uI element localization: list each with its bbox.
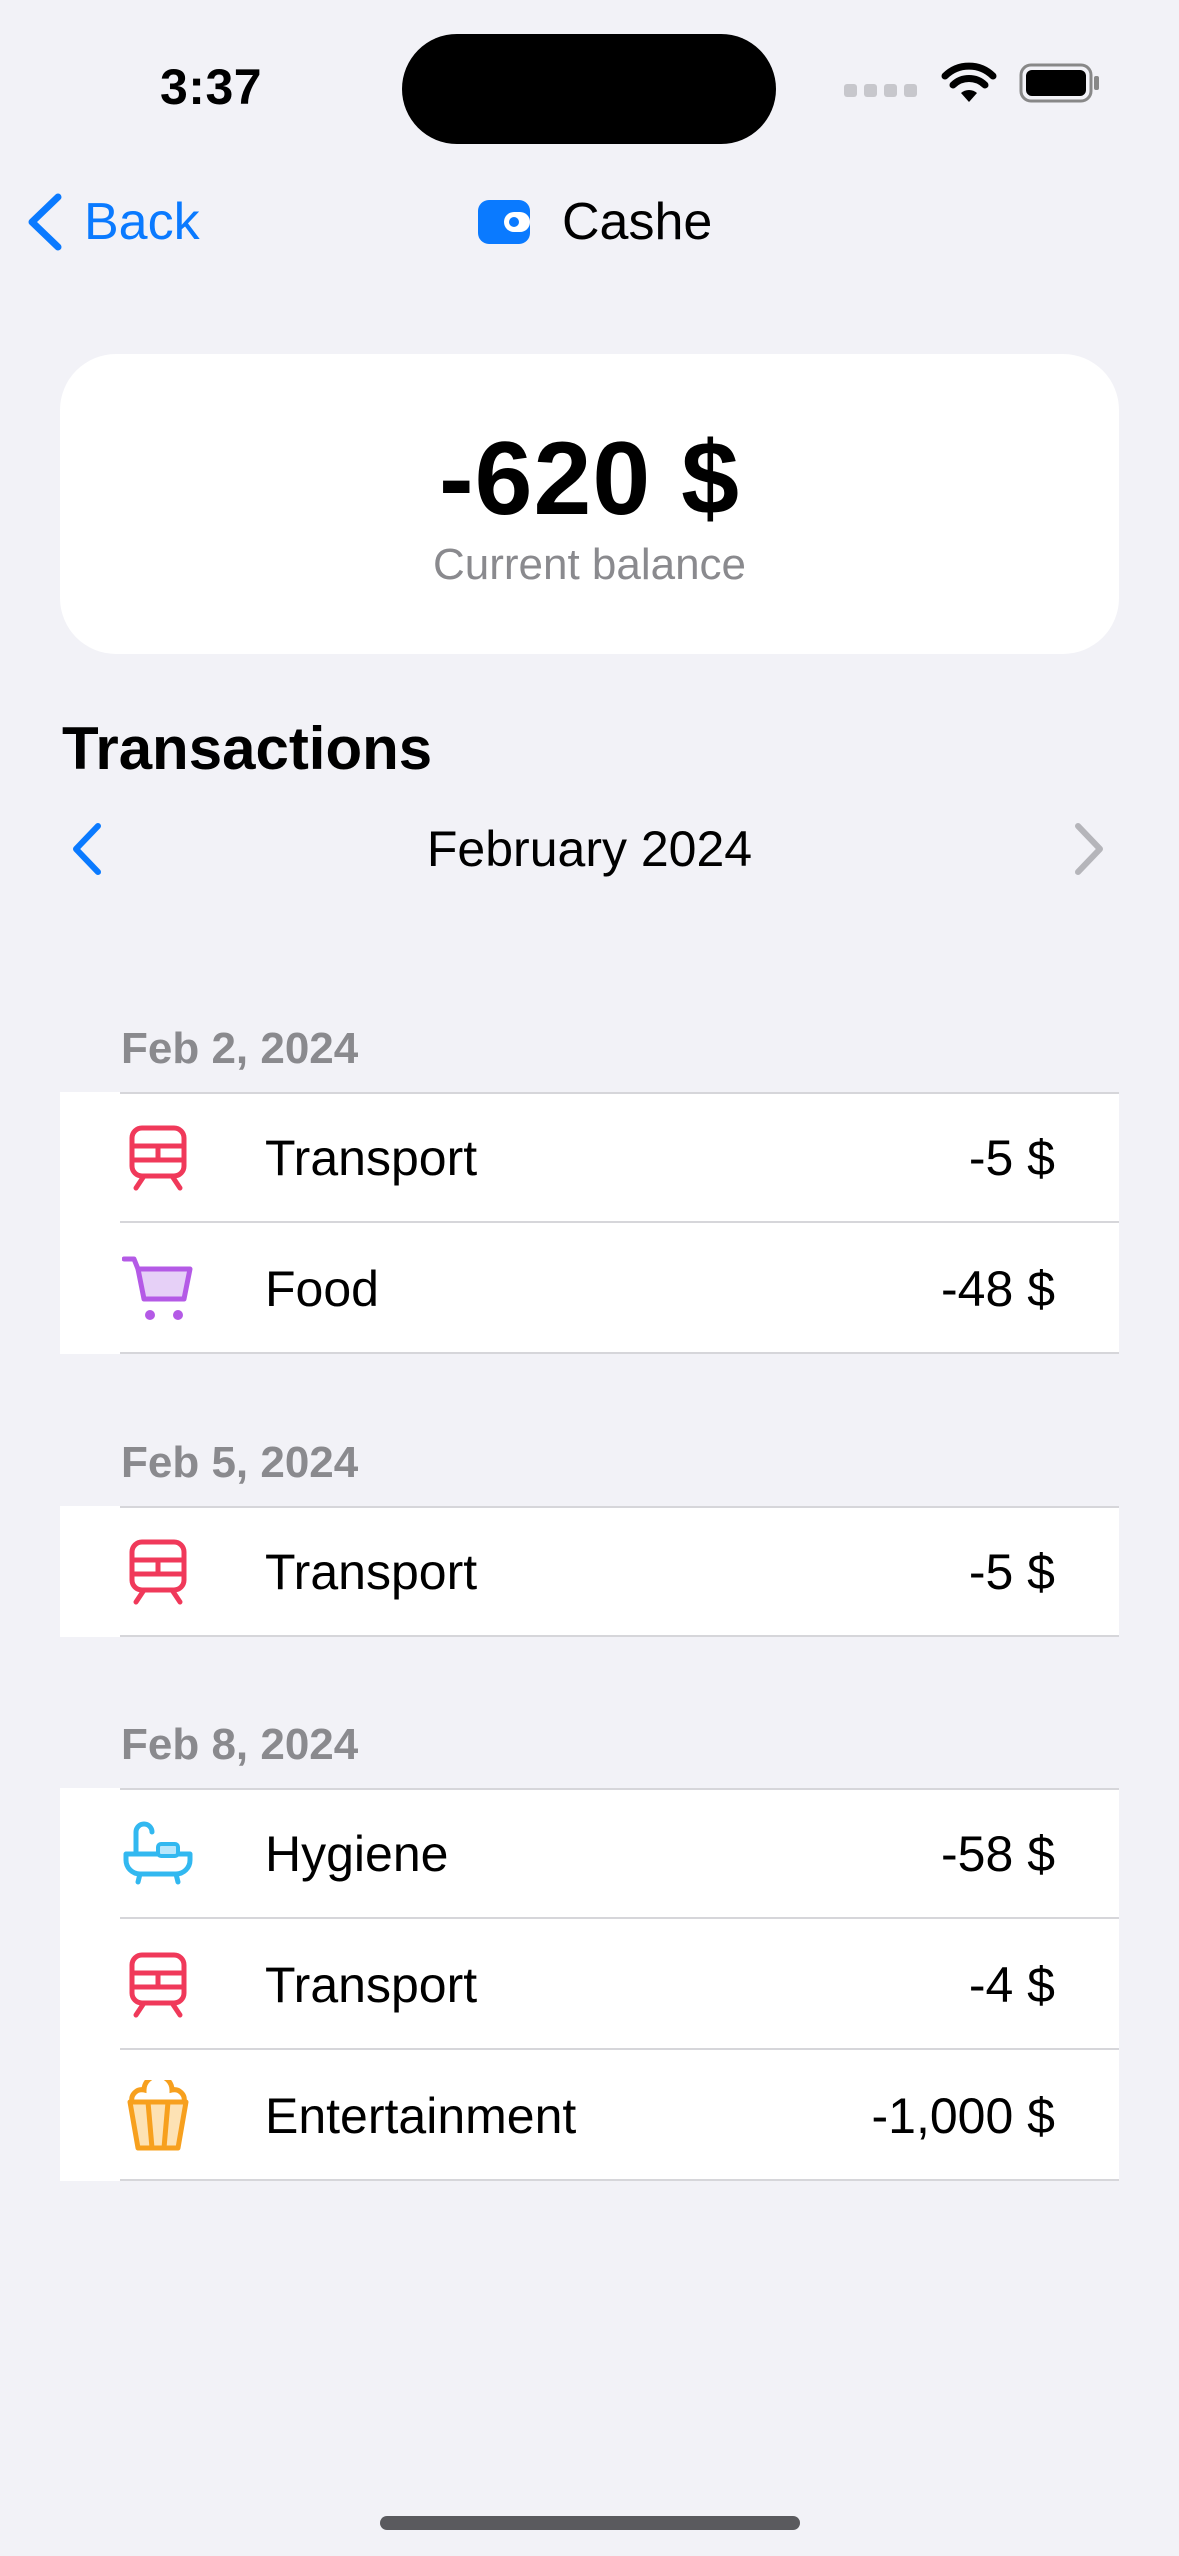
- dynamic-island: [402, 34, 776, 144]
- next-month-button[interactable]: [1072, 822, 1106, 881]
- balance-amount: -620 $: [439, 421, 740, 537]
- transaction-row[interactable]: Entertainment -1,000 $: [60, 2050, 1119, 2181]
- transactions-title: Transactions: [62, 715, 433, 782]
- transaction-category: Entertainment: [265, 2087, 577, 2144]
- transaction-row[interactable]: Hygiene -58 $: [60, 1788, 1119, 1919]
- train-icon: [129, 1125, 187, 1191]
- transaction-row[interactable]: Transport -5 $: [60, 1506, 1119, 1637]
- battery-icon: [1019, 63, 1099, 103]
- transaction-category: Transport: [265, 1129, 478, 1186]
- transaction-row[interactable]: Transport -5 $: [60, 1092, 1119, 1223]
- group-date: Feb 8, 2024: [121, 1720, 359, 1769]
- transaction-row[interactable]: Food -48 $: [60, 1223, 1119, 1354]
- month-label: February 2024: [426, 821, 753, 877]
- popcorn-icon: [127, 2080, 189, 2151]
- chevron-right-icon: [1075, 823, 1103, 875]
- balance-card: -620 $ Current balance: [60, 354, 1119, 654]
- transaction-amount: -58 $: [941, 1825, 1055, 1882]
- transaction-amount: -4 $: [968, 1956, 1055, 2013]
- nav-title: Cashe: [478, 192, 712, 252]
- home-indicator[interactable]: [380, 2516, 800, 2530]
- transaction-group: Transport -5 $: [60, 1506, 1119, 1637]
- transaction-category: Transport: [265, 1543, 478, 1600]
- transaction-category: Food: [265, 1260, 379, 1317]
- group-date: Feb 2, 2024: [121, 1024, 359, 1073]
- transaction-amount: -5 $: [968, 1543, 1055, 1600]
- bathtub-icon: [123, 1821, 193, 1885]
- transaction-group: Transport -5 $ Food -48 $: [60, 1092, 1119, 1354]
- cart-icon: [122, 1256, 193, 1320]
- transaction-row[interactable]: Transport -4 $: [60, 1919, 1119, 2050]
- screen: 3:37 Back Cashe -620 $ Current balance T…: [0, 0, 1179, 2556]
- transaction-category: Transport: [265, 1956, 478, 2013]
- cellular-icon: [844, 83, 917, 97]
- train-icon: [129, 1952, 187, 2018]
- transaction-group: Hygiene -58 $ Transport -4 $ Entertainme…: [60, 1788, 1119, 2181]
- transaction-amount: -48 $: [941, 1260, 1055, 1317]
- status-icons: [844, 62, 1101, 104]
- wallet-icon: [478, 200, 530, 244]
- back-button[interactable]: Back: [26, 192, 200, 252]
- group-date: Feb 5, 2024: [121, 1438, 359, 1487]
- status-time: 3:37: [160, 59, 263, 115]
- app-title: Cashe: [562, 193, 713, 251]
- chevron-left-icon: [28, 193, 62, 251]
- transaction-amount: -1,000 $: [871, 2087, 1055, 2144]
- transaction-category: Hygiene: [265, 1825, 449, 1882]
- wifi-icon: [941, 62, 997, 102]
- balance-label: Current balance: [432, 540, 747, 589]
- train-icon: [129, 1539, 187, 1605]
- month-selector: February 2024: [0, 814, 1179, 884]
- transaction-amount: -5 $: [968, 1129, 1055, 1186]
- back-label: Back: [84, 193, 200, 251]
